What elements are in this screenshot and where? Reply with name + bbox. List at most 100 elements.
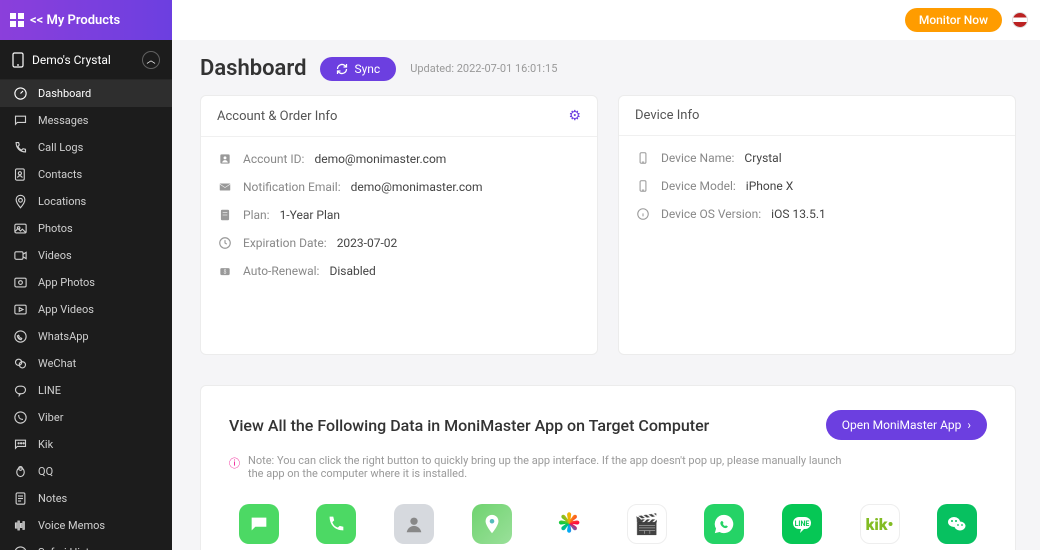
sidebar-item-line[interactable]: LINE [0, 377, 172, 404]
info-label: Auto-Renewal: [243, 264, 319, 278]
contacts-icon [12, 167, 28, 183]
tile-wechat[interactable]: Wechat [927, 504, 987, 550]
topbar: Monitor Now [172, 0, 1040, 40]
grid-icon [10, 13, 24, 27]
sidebar-device-name: Demo's Crystal [32, 53, 111, 67]
info-label: Notification Email: [243, 180, 341, 194]
sidebar-item-label: Photos [38, 222, 73, 235]
tile-videos[interactable]: 🎬Videos [617, 504, 677, 550]
gear-icon[interactable]: ⚙ [568, 108, 581, 124]
account-info-row: Expiration Date: 2023-07-02 [201, 229, 597, 257]
sidebar-item-voice-memos[interactable]: Voice Memos [0, 512, 172, 539]
tile-icon: 🎬 [627, 504, 667, 544]
view-all-section: View All the Following Data in MoniMaste… [200, 385, 1016, 550]
svg-text:$: $ [224, 268, 227, 275]
sidebar-item-call-logs[interactable]: Call Logs [0, 134, 172, 161]
sidebar-item-contacts[interactable]: Contacts [0, 161, 172, 188]
row-icon [635, 178, 651, 194]
info-label: Device Name: [661, 151, 734, 165]
appphotos-icon [12, 275, 28, 291]
sidebar-device-row[interactable]: Demo's Crystal ︿ [0, 40, 172, 80]
sidebar-item-dashboard[interactable]: Dashboard [0, 80, 172, 107]
sidebar-item-photos[interactable]: Photos [0, 215, 172, 242]
sidebar-item-kik[interactable]: Kik [0, 431, 172, 458]
safarihistory-icon [12, 545, 28, 550]
sidebar-header[interactable]: << My Products [0, 0, 172, 40]
row-icon: $ [217, 263, 233, 279]
main-area: Monitor Now Dashboard Sync Updated: 2022… [172, 0, 1040, 550]
info-value: iPhone X [746, 179, 793, 193]
device-info-row: Device Name: Crystal [619, 144, 1015, 172]
sidebar-item-label: Notes [38, 492, 67, 505]
row-icon [635, 206, 651, 222]
photos-icon [12, 221, 28, 237]
info-value: Disabled [329, 264, 375, 278]
kik-icon [12, 437, 28, 453]
whatsapp-icon [12, 329, 28, 345]
device-card-title: Device Info [635, 108, 699, 123]
sidebar-item-label: Videos [38, 249, 72, 262]
sidebar-item-label: WhatsApp [38, 330, 89, 343]
sidebar-item-notes[interactable]: Notes [0, 485, 172, 512]
tile-icon [704, 504, 744, 544]
account-card-title: Account & Order Info [217, 109, 337, 124]
sidebar-item-label: Viber [38, 411, 63, 424]
sidebar-item-label: App Photos [38, 276, 95, 289]
phone-icon [12, 52, 24, 68]
calllogs-icon [12, 140, 28, 156]
open-monimaster-button[interactable]: Open MoniMaster App › [826, 410, 987, 440]
device-info-row: Device Model: iPhone X [619, 172, 1015, 200]
tile-photos[interactable]: Photos [539, 504, 599, 550]
monitor-now-button[interactable]: Monitor Now [905, 8, 1002, 32]
info-value: Crystal [744, 151, 781, 165]
tile-locations[interactable]: Locations [462, 504, 522, 550]
account-info-row: Plan: 1-Year Plan [201, 201, 597, 229]
appvideos-icon [12, 302, 28, 318]
tile-call-logs[interactable]: Call Logs [307, 504, 367, 550]
messages-icon [12, 113, 28, 129]
sidebar-item-label: App Videos [38, 303, 94, 316]
section-note: ⓘ Note: You can click the right button t… [229, 454, 849, 480]
tile-contacts[interactable]: Contacts [384, 504, 444, 550]
voicememos-icon [12, 518, 28, 534]
tile-kik[interactable]: kik•Kik [850, 504, 910, 550]
info-label: Device Model: [661, 179, 736, 193]
sidebar-items: DashboardMessages Call Logs Contacts Locati… [0, 80, 172, 550]
sidebar-item-messages[interactable]: Messages [0, 107, 172, 134]
row-icon [217, 179, 233, 195]
info-label: Expiration Date: [243, 236, 327, 250]
videos-icon [12, 248, 28, 264]
sync-button[interactable]: Sync [320, 57, 396, 81]
open-button-label: Open MoniMaster App [842, 418, 962, 432]
sidebar-item-wechat[interactable]: WeChat [0, 350, 172, 377]
sidebar-item-viber[interactable]: Viber [0, 404, 172, 431]
device-info-row: Device OS Version: iOS 13.5.1 [619, 200, 1015, 228]
qq-icon [12, 464, 28, 480]
sidebar-item-label: Voice Memos [38, 519, 105, 532]
sidebar-item-locations[interactable]: Locations [0, 188, 172, 215]
sidebar: << My Products Demo's Crystal ︿ Dashboar… [0, 0, 172, 550]
tile-icon [549, 504, 589, 544]
dashboard-icon [12, 86, 28, 102]
row-icon [217, 151, 233, 167]
sidebar-item-qq[interactable]: QQ [0, 458, 172, 485]
sidebar-item-label: Call Logs [38, 141, 83, 154]
sidebar-item-label: Contacts [38, 168, 82, 181]
tile-whatsapp[interactable]: WhatsApp [695, 504, 755, 550]
row-icon [217, 235, 233, 251]
sidebar-header-label: << My Products [30, 13, 120, 28]
row-icon [217, 207, 233, 223]
sidebar-item-safari-history[interactable]: Safari History [0, 539, 172, 550]
device-info-card: Device Info Device Name: CrystalDevice M… [618, 95, 1016, 355]
info-label: Plan: [243, 208, 270, 222]
tile-line[interactable]: LINELine [772, 504, 832, 550]
sidebar-item-app-photos[interactable]: App Photos [0, 269, 172, 296]
sidebar-item-videos[interactable]: Videos [0, 242, 172, 269]
account-info-row: Notification Email: demo@monimaster.com [201, 173, 597, 201]
language-flag-icon[interactable] [1012, 12, 1028, 28]
tile-icon [394, 504, 434, 544]
account-info-row: Account ID: demo@monimaster.com [201, 145, 597, 173]
sidebar-item-whatsapp[interactable]: WhatsApp [0, 323, 172, 350]
tile-messages[interactable]: Messages [229, 504, 289, 550]
sidebar-item-app-videos[interactable]: App Videos [0, 296, 172, 323]
